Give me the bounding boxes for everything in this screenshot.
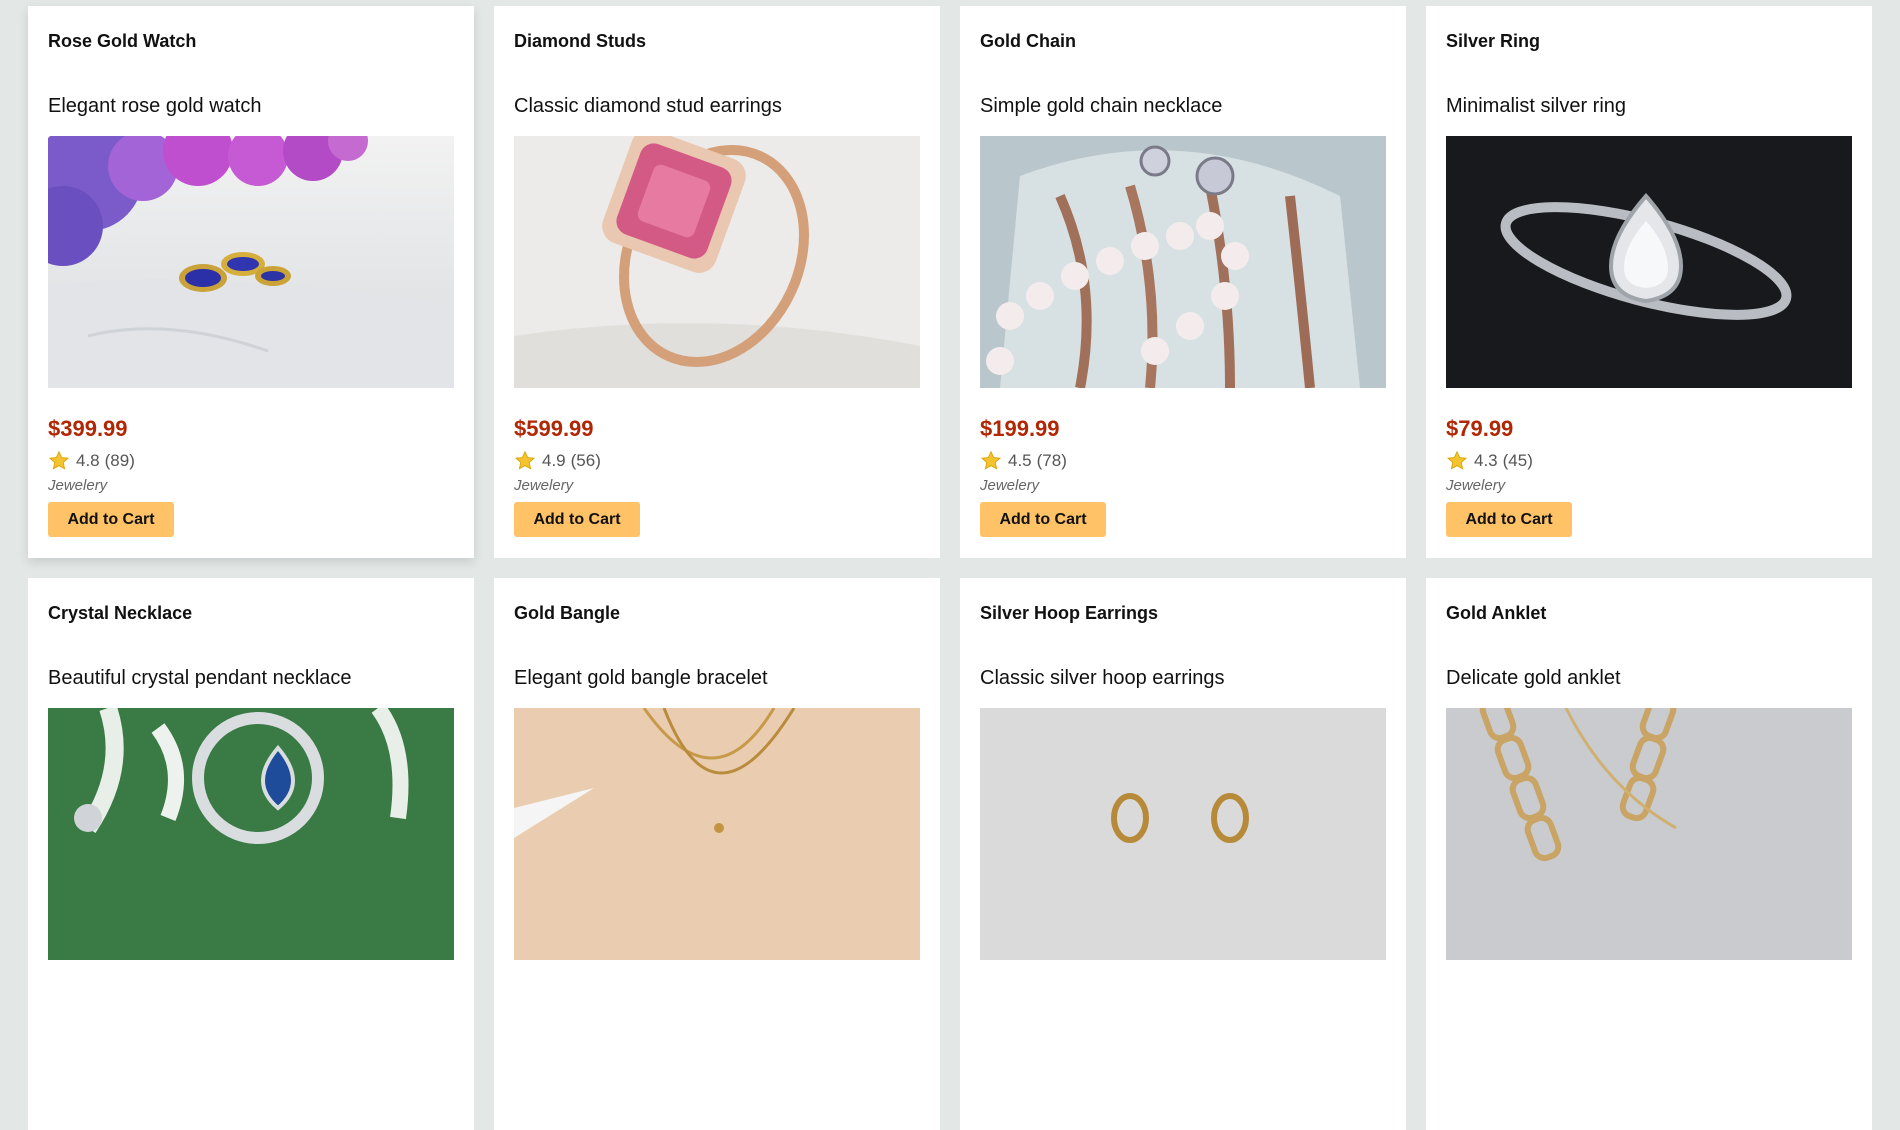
product-title: Crystal Necklace <box>48 603 193 623</box>
product-title: Gold Chain <box>980 31 1076 51</box>
product-price: $199.99 <box>980 416 1060 441</box>
review-count: (56) <box>570 451 601 470</box>
rating-value: 4.9 <box>542 451 566 470</box>
star-icon <box>514 450 536 470</box>
product-card: Gold Anklet Delicate gold anklet <box>1426 578 1872 1130</box>
product-card: Silver Ring Minimalist silver ring $79.9… <box>1426 6 1872 558</box>
star-icon <box>980 450 1002 470</box>
pink-gem-ring-image[interactable] <box>514 136 920 388</box>
crystal-necklace-on-leaf-image[interactable] <box>48 708 454 960</box>
pearls-on-shell-image[interactable] <box>980 136 1386 388</box>
product-description: Classic diamond stud earrings <box>514 95 782 117</box>
product-description: Beautiful crystal pendant necklace <box>48 667 352 689</box>
star-icon <box>48 450 70 470</box>
add-to-cart-button[interactable]: Add to Cart <box>1446 502 1572 537</box>
product-category: Jewelery <box>514 477 574 494</box>
product-category: Jewelery <box>48 477 108 494</box>
rating-value: 4.5 <box>1008 451 1032 470</box>
review-count: (78) <box>1036 451 1067 470</box>
add-to-cart-button[interactable]: Add to Cart <box>514 502 640 537</box>
product-grid: Rose Gold Watch Elegant rose gold watch <box>28 6 1898 1130</box>
product-rating: 4.5 (78) <box>980 450 1386 472</box>
product-rating: 4.9 (56) <box>514 450 920 472</box>
product-description: Elegant rose gold watch <box>48 95 262 117</box>
product-card: Gold Chain Simple gold chain necklace $1… <box>960 6 1406 558</box>
add-to-cart-button[interactable]: Add to Cart <box>980 502 1106 537</box>
gold-link-chain-image[interactable] <box>1446 708 1852 960</box>
star-icon <box>1446 450 1468 470</box>
product-card: Gold Bangle Elegant gold bangle bracelet <box>494 578 940 1130</box>
review-count: (89) <box>104 451 135 470</box>
product-description: Delicate gold anklet <box>1446 667 1621 689</box>
product-title: Gold Anklet <box>1446 603 1547 623</box>
product-card: Crystal Necklace Beautiful crystal penda… <box>28 578 474 1130</box>
product-description: Classic silver hoop earrings <box>980 667 1225 689</box>
product-rating: 4.8 (89) <box>48 450 454 472</box>
product-title: Rose Gold Watch <box>48 31 197 51</box>
product-price: $399.99 <box>48 416 128 441</box>
diamond-ring-dark-image[interactable] <box>1446 136 1852 388</box>
product-title: Diamond Studs <box>514 31 647 51</box>
product-card: Silver Hoop Earrings Classic silver hoop… <box>960 578 1406 1130</box>
product-card: Rose Gold Watch Elegant rose gold watch <box>28 6 474 558</box>
product-description: Elegant gold bangle bracelet <box>514 667 768 689</box>
product-category: Jewelery <box>980 477 1040 494</box>
product-description: Simple gold chain necklace <box>980 95 1223 117</box>
product-category: Jewelery <box>1446 477 1506 494</box>
product-title: Gold Bangle <box>514 603 621 623</box>
product-card: Diamond Studs Classic diamond stud earri… <box>494 6 940 558</box>
product-rating: 4.3 (45) <box>1446 450 1852 472</box>
product-title: Silver Hoop Earrings <box>980 603 1159 623</box>
gold-earrings-grey-image[interactable] <box>980 708 1386 960</box>
product-title: Silver Ring <box>1446 31 1541 51</box>
add-to-cart-button[interactable]: Add to Cart <box>48 502 174 537</box>
gold-rings-on-marble-image[interactable] <box>48 136 454 388</box>
review-count: (45) <box>1502 451 1533 470</box>
product-price: $79.99 <box>1446 416 1514 441</box>
rating-value: 4.3 <box>1474 451 1498 470</box>
product-description: Minimalist silver ring <box>1446 95 1627 117</box>
gold-necklace-on-neck-image[interactable] <box>514 708 920 960</box>
rating-value: 4.8 <box>76 451 100 470</box>
product-price: $599.99 <box>514 416 594 441</box>
